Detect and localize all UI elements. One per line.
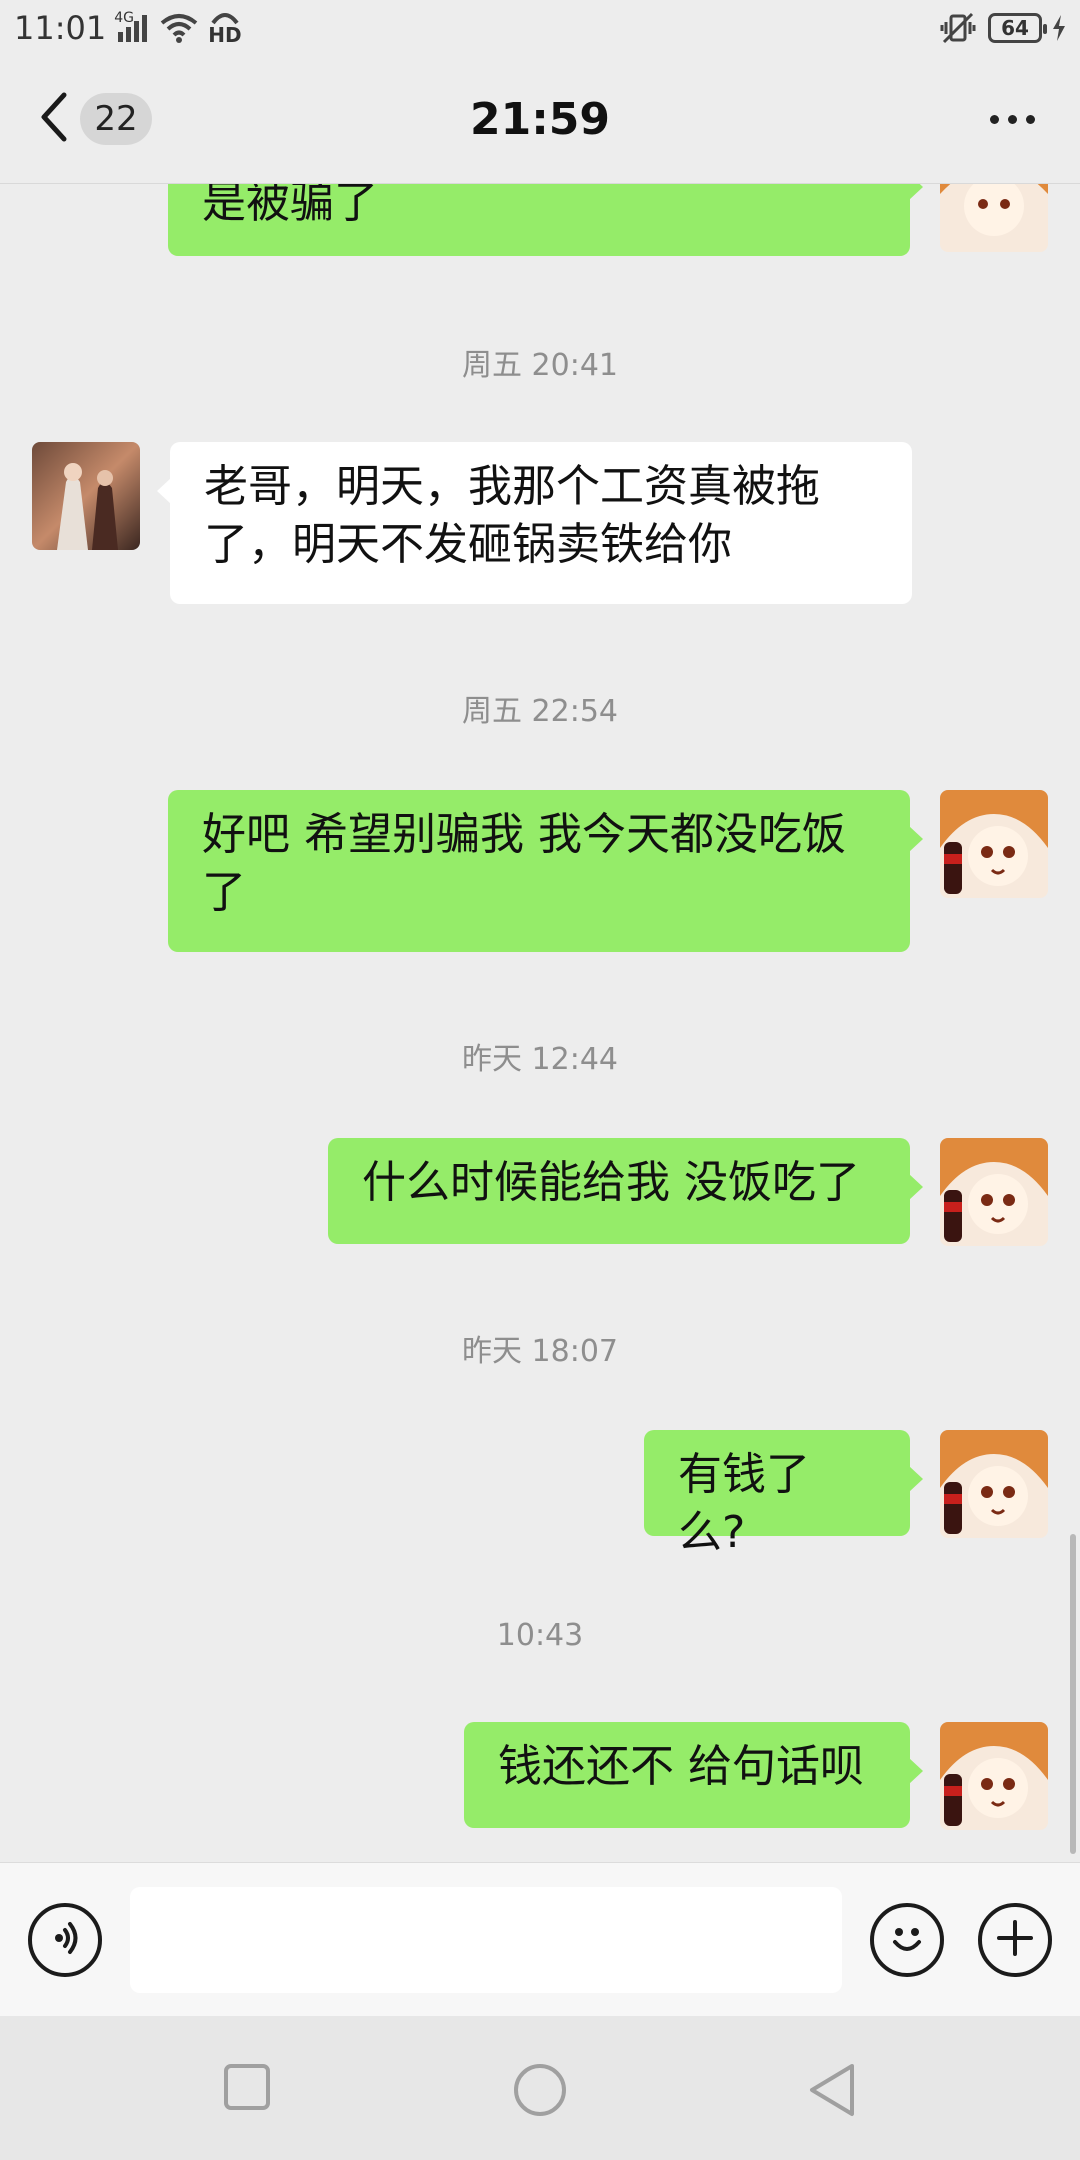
chat-title: 21:59 — [469, 94, 611, 145]
message-timestamp: 昨天 12:44 — [462, 1042, 618, 1077]
my-avatar[interactable] — [940, 1430, 1048, 1538]
unread-count-badge[interactable]: 22 — [80, 93, 152, 145]
scrollbar[interactable] — [1070, 1534, 1076, 1854]
chevron-left-icon[interactable] — [36, 91, 72, 147]
sent-message[interactable]: 好吧 希望别骗我 我今天都没吃饭了 — [168, 790, 923, 952]
sent-message[interactable]: 什么时候能给我 没饭吃了 — [328, 1138, 923, 1244]
chat-screen: 11:01 4G HD 64 22 21:59 是被骗了 周五 20:41 老哥… — [0, 0, 1080, 2160]
my-avatar[interactable] — [940, 1138, 1048, 1246]
plus-icon — [995, 1918, 1035, 1962]
my-avatar[interactable] — [940, 790, 1048, 898]
hd-label: HD — [208, 23, 242, 47]
my-avatar[interactable] — [940, 1722, 1048, 1830]
status-time: 11:01 — [14, 9, 107, 47]
more-dot-2 — [1007, 114, 1017, 124]
triangle-icon[interactable] — [806, 2062, 858, 2122]
battery-level: 64 — [1001, 16, 1029, 40]
more-functions-button[interactable] — [978, 1903, 1052, 1977]
chat-header: 22 21:59 — [0, 56, 1080, 184]
status-bar: 11:01 4G HD 64 — [0, 0, 1080, 56]
contact-avatar[interactable] — [32, 442, 140, 550]
voice-icon — [45, 1918, 85, 1962]
square-icon[interactable] — [222, 2062, 272, 2116]
back-button[interactable]: 22 — [36, 86, 152, 152]
input-bar — [0, 1862, 1080, 2016]
message-timestamp: 昨天 18:07 — [462, 1334, 618, 1369]
charging-icon — [1052, 15, 1066, 41]
sent-message[interactable]: 钱还还不 给句话呗 — [464, 1722, 923, 1828]
status-right: 64 — [938, 12, 1066, 44]
message-text: 是被骗了 — [202, 184, 378, 228]
sent-message[interactable]: 有钱了么? — [644, 1430, 923, 1558]
message-text: 钱还还不 给句话呗 — [498, 1741, 864, 1792]
battery-indicator: 64 — [988, 13, 1047, 43]
circle-icon[interactable] — [512, 2062, 568, 2122]
my-avatar[interactable] — [940, 184, 1048, 252]
hd-call-icon: HD — [208, 11, 242, 47]
emoji-button[interactable] — [870, 1903, 944, 1977]
signal-icon: 4G — [114, 10, 150, 42]
message-list[interactable]: 是被骗了 周五 20:41 老哥，明天，我那个工资真被拖了，明天不发砸锅卖铁给你… — [0, 184, 1080, 1862]
more-options-button[interactable] — [980, 94, 1044, 144]
status-left: 11:01 4G HD — [14, 9, 242, 47]
more-dot-3 — [1025, 114, 1035, 124]
emoji-icon — [885, 1916, 929, 1964]
message-text: 什么时候能给我 没饭吃了 — [362, 1157, 860, 1208]
message-timestamp: 周五 22:54 — [462, 694, 618, 729]
system-nav-bar — [0, 2016, 1080, 2160]
message-text: 老哥，明天，我那个工资真被拖了，明天不发砸锅卖铁给你 — [204, 461, 820, 570]
wifi-icon — [160, 13, 198, 43]
voice-button[interactable] — [28, 1903, 102, 1977]
sent-message[interactable]: 是被骗了 — [168, 184, 923, 256]
message-text: 有钱了么? — [678, 1449, 810, 1558]
vibrate-icon — [938, 12, 978, 44]
network-label: 4G — [114, 10, 134, 26]
message-timestamp: 周五 20:41 — [462, 348, 618, 383]
message-timestamp: 10:43 — [496, 1618, 584, 1653]
message-text: 好吧 希望别骗我 我今天都没吃饭了 — [202, 809, 846, 918]
message-input[interactable] — [130, 1887, 842, 1993]
more-dot-1 — [989, 114, 999, 124]
received-message[interactable]: 老哥，明天，我那个工资真被拖了，明天不发砸锅卖铁给你 — [157, 442, 912, 604]
